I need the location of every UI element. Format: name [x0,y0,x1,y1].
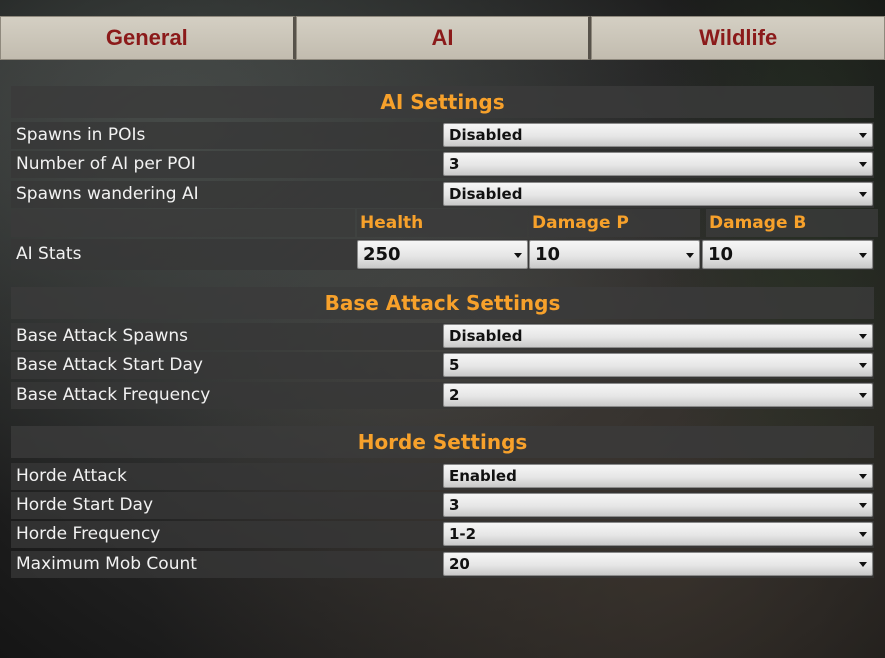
ai-per-poi-dropdown[interactable]: 3 [443,152,873,176]
damage-p-dropdown[interactable]: 10 [529,240,700,269]
chevron-down-icon [859,133,867,138]
horde-frequency-dropdown[interactable]: 1-2 [443,522,873,546]
chevron-down-icon [859,334,867,339]
dropdown-value: Disabled [449,185,523,203]
setting-label: Horde Attack [16,466,127,486]
setting-row-base-attack-start-day: Base Attack Start Day 5 [11,352,874,379]
chevron-down-icon [859,474,867,479]
ai-settings-header: AI Settings [11,86,874,118]
setting-row-horde-start-day: Horde Start Day 3 [11,492,874,519]
setting-row-horde-frequency: Horde Frequency 1-2 [11,521,874,548]
setting-row-base-attack-frequency: Base Attack Frequency 2 [11,382,874,409]
dropdown-value: 3 [449,496,460,514]
tab-general[interactable]: General [0,16,296,60]
damage-b-header: Damage B [706,209,878,237]
chevron-down-icon [859,503,867,508]
setting-row-horde-attack: Horde Attack Enabled [11,463,874,490]
dropdown-value: 3 [449,155,460,173]
chevron-down-icon [859,253,867,258]
spawns-in-pois-dropdown[interactable]: Disabled [443,123,873,147]
dropdown-value: Disabled [449,327,523,345]
base-attack-settings-header: Base Attack Settings [11,287,874,319]
horde-settings-header: Horde Settings [11,426,874,458]
setting-label: Number of AI per POI [16,154,196,174]
damage-b-dropdown[interactable]: 10 [702,240,873,269]
dropdown-value: Disabled [449,126,523,144]
wandering-ai-dropdown[interactable]: Disabled [443,182,873,206]
tab-wildlife[interactable]: Wildlife [591,16,885,60]
dropdown-value: 10 [535,244,561,265]
tab-ai[interactable]: AI [295,16,592,60]
stats-header-spacer [11,209,355,237]
base-attack-frequency-dropdown[interactable]: 2 [443,383,873,407]
setting-label: Horde Start Day [16,495,154,515]
setting-label: Horde Frequency [16,524,161,544]
setting-label: Base Attack Spawns [16,326,189,346]
dropdown-value: 250 [363,244,401,265]
setting-label: Maximum Mob Count [16,554,197,574]
max-mob-count-dropdown[interactable]: 20 [443,552,873,576]
setting-label: Spawns in POIs [16,125,146,145]
ai-stats-label: AI Stats [16,244,82,264]
dropdown-value: Enabled [449,467,517,485]
base-attack-start-day-dropdown[interactable]: 5 [443,353,873,377]
chevron-down-icon [859,393,867,398]
base-attack-spawns-dropdown[interactable]: Disabled [443,324,873,348]
chevron-down-icon [859,162,867,167]
setting-label: Base Attack Start Day [16,355,203,375]
setting-row-spawns-in-pois: Spawns in POIs Disabled [11,122,874,149]
setting-label: Spawns wandering AI [16,184,199,204]
setting-label: Base Attack Frequency [16,385,211,405]
dropdown-value: 1-2 [449,525,477,543]
chevron-down-icon [859,192,867,197]
chevron-down-icon [859,532,867,537]
chevron-down-icon [686,253,694,258]
health-dropdown[interactable]: 250 [357,240,528,269]
health-header: Health [357,209,527,237]
chevron-down-icon [514,253,522,258]
damage-p-header: Damage P [529,209,700,237]
tab-bar: General AI Wildlife [0,16,885,60]
setting-row-ai-per-poi: Number of AI per POI 3 [11,151,874,178]
chevron-down-icon [859,363,867,368]
ai-stats-row: AI Stats 250 10 10 [11,239,874,270]
setting-row-max-mob-count: Maximum Mob Count 20 [11,551,874,578]
dropdown-value: 5 [449,356,460,374]
horde-attack-dropdown[interactable]: Enabled [443,464,873,488]
dropdown-value: 20 [449,555,470,573]
setting-row-base-attack-spawns: Base Attack Spawns Disabled [11,323,874,350]
horde-start-day-dropdown[interactable]: 3 [443,493,873,517]
dropdown-value: 10 [708,244,734,265]
dropdown-value: 2 [449,386,460,404]
setting-row-wandering-ai: Spawns wandering AI Disabled [11,181,874,208]
chevron-down-icon [859,562,867,567]
